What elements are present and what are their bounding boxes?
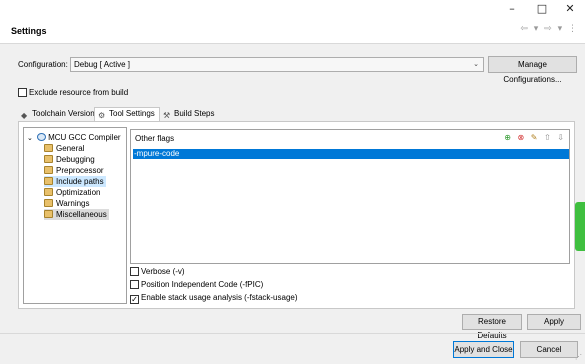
settings-folder-icon <box>44 188 53 196</box>
window-titlebar: – □ ✕ <box>0 0 585 17</box>
exclude-resource-row[interactable]: Exclude resource from build <box>18 88 128 97</box>
cancel-button[interactable]: Cancel <box>520 341 578 358</box>
back-dropdown-icon[interactable]: ▾ <box>534 24 539 34</box>
stack-usage-checkbox[interactable]: ✓ <box>130 295 139 304</box>
settings-folder-icon <box>44 166 53 174</box>
close-button[interactable]: ✕ <box>555 0 585 17</box>
flags-toolbar: ⊕ ⊗ ✎ ⇧ ⇩ <box>500 133 564 142</box>
other-flags-list: Other flags ⊕ ⊗ ✎ ⇧ ⇩ -mpure-code <box>130 129 570 264</box>
tool-tree: ⌄ MCU GCC Compiler General Debugging Pre… <box>23 127 127 304</box>
page-title: Settings <box>11 26 47 36</box>
back-arrow-icon[interactable]: ⇦ <box>520 24 528 34</box>
configuration-label: Configuration: <box>18 60 68 69</box>
tree-item-label: Warnings <box>56 199 90 208</box>
tree-item-preprocessor[interactable]: Preprocessor <box>44 165 104 176</box>
tree-root-mcu-gcc-compiler[interactable]: ⌄ MCU GCC Compiler <box>27 132 121 143</box>
tab-build-steps[interactable]: ⚒ Build Steps <box>160 108 220 121</box>
settings-folder-icon <box>44 155 53 163</box>
maximize-button[interactable]: □ <box>527 0 557 17</box>
configuration-value: Debug [ Active ] <box>74 60 131 69</box>
minimize-button[interactable]: – <box>497 0 527 17</box>
settings-folder-icon <box>44 210 53 218</box>
tab-label: Toolchain Version <box>32 109 95 118</box>
tree-item-miscellaneous[interactable]: Miscellaneous <box>44 209 109 220</box>
tree-item-debugging[interactable]: Debugging <box>44 154 95 165</box>
exclude-resource-checkbox[interactable] <box>18 88 27 97</box>
resize-grip-icon[interactable]: ⋰ <box>575 353 582 361</box>
edit-icon[interactable]: ✎ <box>531 133 538 142</box>
move-down-icon[interactable]: ⇩ <box>557 133 564 142</box>
tree-item-label: Preprocessor <box>56 166 104 175</box>
apply-and-close-button[interactable]: Apply and Close <box>453 341 514 358</box>
other-flags-title: Other flags <box>135 134 175 143</box>
tree-item-label: Include paths <box>56 177 104 186</box>
verbose-label: Verbose (-v) <box>141 267 185 276</box>
tree-item-label: Debugging <box>56 155 95 164</box>
stack-usage-label: Enable stack usage analysis (-fstack-usa… <box>141 293 298 302</box>
tree-item-label: Optimization <box>56 188 101 197</box>
fpic-checkbox[interactable] <box>130 280 139 289</box>
exclude-resource-label: Exclude resource from build <box>29 88 129 97</box>
add-icon[interactable]: ⊕ <box>504 133 511 142</box>
tab-tool-settings[interactable]: ⚙ Tool Settings <box>94 107 160 121</box>
view-menu-icon[interactable]: ⋮ <box>568 24 577 34</box>
chevron-down-icon[interactable]: ⌄ <box>27 134 33 142</box>
settings-folder-icon <box>44 177 53 185</box>
tab-toolchain-version[interactable]: ◆ Toolchain Version <box>18 108 95 121</box>
tree-root-label: MCU GCC Compiler <box>48 133 121 142</box>
side-panel-tab[interactable] <box>575 202 585 251</box>
settings-folder-icon <box>44 144 53 152</box>
settings-folder-icon <box>44 199 53 207</box>
forward-arrow-icon[interactable]: ⇨ <box>544 24 552 34</box>
fpic-label: Position Independent Code (-fPIC) <box>141 280 264 289</box>
tree-item-label: Miscellaneous <box>56 210 107 219</box>
tree-item-optimization[interactable]: Optimization <box>44 187 100 198</box>
nav-toolbar: ⇦ ▾ ⇨ ▾ ⋮ <box>517 24 577 34</box>
fpic-option[interactable]: Position Independent Code (-fPIC) <box>130 280 263 289</box>
compiler-icon <box>37 133 47 141</box>
divider <box>0 333 585 334</box>
tree-item-include-paths[interactable]: Include paths <box>44 176 106 187</box>
tool-settings-panel: ⌄ MCU GCC Compiler General Debugging Pre… <box>18 121 575 309</box>
chevron-down-icon: ⌄ <box>473 60 479 68</box>
tree-item-label: General <box>56 144 85 153</box>
tab-label: Build Steps <box>174 109 215 118</box>
restore-defaults-button[interactable]: Restore Defaults <box>462 314 522 340</box>
apply-button[interactable]: Apply <box>527 314 581 330</box>
verbose-option[interactable]: Verbose (-v) <box>130 267 185 276</box>
tree-item-general[interactable]: General <box>44 143 84 154</box>
tab-label: Tool Settings <box>109 109 155 118</box>
list-item[interactable]: -mpure-code <box>133 149 569 159</box>
forward-dropdown-icon[interactable]: ▾ <box>558 24 563 34</box>
verbose-checkbox[interactable] <box>130 267 139 276</box>
settings-header: Settings ⇦ ▾ ⇨ ▾ ⋮ <box>0 17 585 44</box>
manage-configurations-button[interactable]: Manage Configurations... <box>488 56 577 84</box>
delete-icon[interactable]: ⊗ <box>518 133 525 142</box>
move-up-icon[interactable]: ⇧ <box>544 133 551 142</box>
tree-item-warnings[interactable]: Warnings <box>44 198 90 209</box>
configuration-select[interactable]: Debug [ Active ] ⌄ <box>70 57 484 72</box>
stack-usage-option[interactable]: ✓ Enable stack usage analysis (-fstack-us… <box>130 293 298 304</box>
